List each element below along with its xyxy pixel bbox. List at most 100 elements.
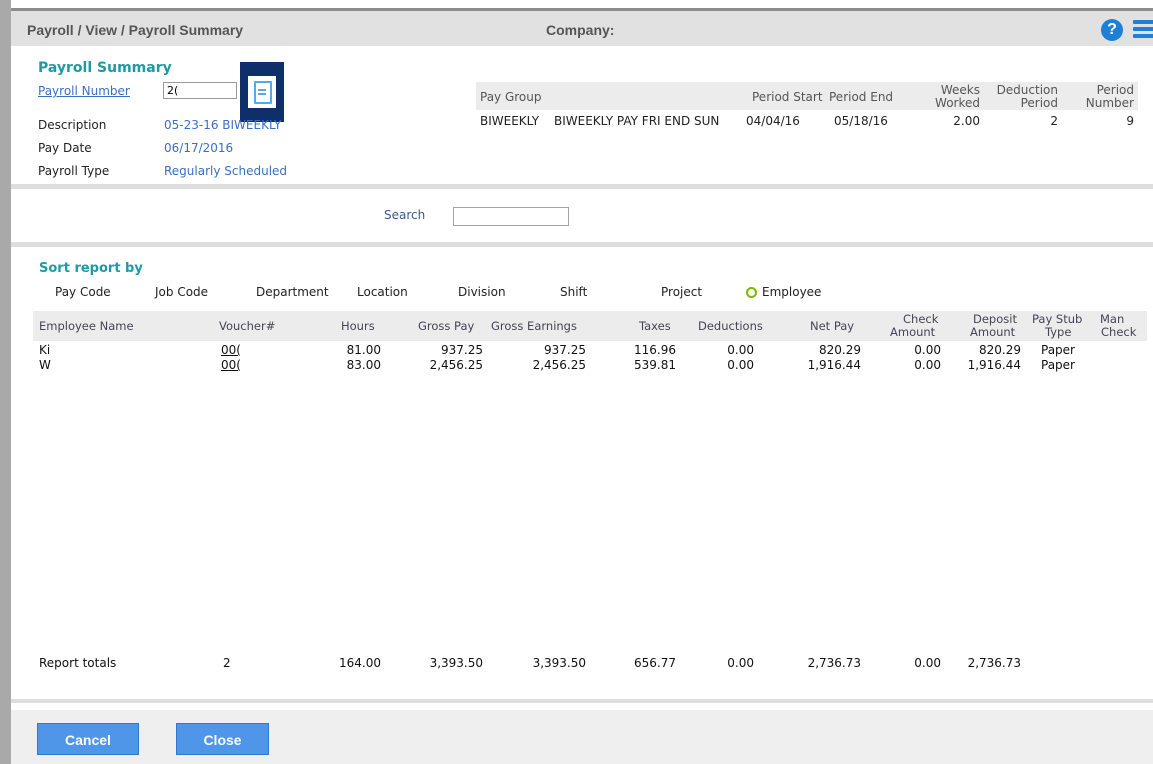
pay-group-name: BIWEEKLY PAY FRI END SUN [554, 114, 720, 128]
hours-value: 83.00 [346, 358, 381, 372]
deductions-value: 0.00 [727, 343, 754, 357]
sort-option-division[interactable]: Division [458, 285, 506, 299]
sort-option-pay-code[interactable]: Pay Code [55, 285, 111, 299]
voucher-link[interactable]: 00( [221, 358, 241, 372]
col-check-amount-2: Amount [890, 325, 936, 339]
taxes-value: 116.96 [634, 343, 676, 357]
col-deductions: Deductions [698, 319, 763, 333]
description-value: 05-23-16 BIWEEKLY [164, 118, 282, 132]
payroll-type-label: Payroll Type [38, 164, 110, 178]
deposit-amount-value: 1,916.44 [967, 358, 1021, 372]
sort-option-location[interactable]: Location [357, 285, 408, 299]
col-pay-stub-type-1: Pay Stub [1032, 312, 1083, 326]
totals-count: 2 [223, 656, 231, 670]
payroll-summary-title: Payroll Summary [38, 60, 172, 76]
weeks-worked-header-2: Worked [935, 96, 980, 110]
col-net-pay: Net Pay [810, 319, 855, 333]
taxes-value: 539.81 [634, 358, 676, 372]
employee-name: W [39, 358, 51, 372]
employee-table-header: Employee Name Voucher# Hours Gross Pay G… [33, 311, 1147, 341]
breadcrumb: Payroll / View / Payroll Summary [27, 22, 244, 38]
period-start-value: 04/04/16 [746, 114, 800, 128]
report-totals-row: Report totals 2 164.00 3,393.50 3,393.50… [33, 656, 1147, 672]
check-amount-value: 0.00 [914, 343, 941, 357]
totals-gross-earnings: 3,393.50 [532, 656, 586, 670]
deduction-period-value: 2 [1050, 114, 1058, 128]
deductions-value: 0.00 [727, 358, 754, 372]
document-icon-button[interactable] [240, 62, 284, 122]
period-end-header: Period End [829, 90, 894, 104]
deduction-period-header-2: Period [1020, 96, 1058, 110]
pay-date-value: 06/17/2016 [164, 141, 234, 155]
col-man-check-2: Check [1101, 325, 1137, 339]
totals-gross-pay: 3,393.50 [429, 656, 483, 670]
col-man-check-1: Man [1100, 312, 1125, 326]
period-number-header-2: Number [1085, 96, 1134, 110]
deposit-amount-value: 820.29 [979, 343, 1021, 357]
col-pay-stub-type-2: Type [1045, 325, 1072, 339]
company-label: Company: [546, 22, 615, 38]
col-gross-pay: Gross Pay [418, 319, 475, 333]
period-number-value: 9 [1126, 114, 1134, 128]
gross-earnings-value: 2,456.25 [532, 358, 586, 372]
payroll-type-value: Regularly Scheduled [164, 164, 288, 178]
pay-stub-type-value: Paper [1041, 358, 1075, 372]
close-button[interactable]: Close [176, 723, 269, 755]
menu-icon[interactable] [1133, 20, 1153, 38]
totals-deposit-amount: 2,736.73 [967, 656, 1021, 670]
pay-group-header-label: Pay Group [480, 90, 542, 104]
pay-date-label: Pay Date [38, 141, 92, 155]
divider [11, 184, 1153, 189]
sort-option-shift[interactable]: Shift [560, 285, 587, 299]
col-deposit-amount-2: Amount [970, 325, 1016, 339]
col-deposit-amount-1: Deposit [973, 312, 1017, 326]
report-totals-label: Report totals [39, 656, 117, 670]
col-check-amount-1: Check [903, 312, 939, 326]
cancel-button[interactable]: Cancel [37, 723, 139, 755]
sort-option-project[interactable]: Project [661, 285, 702, 299]
gross-earnings-value: 937.25 [544, 343, 586, 357]
hours-value: 81.00 [346, 343, 381, 357]
window-left-edge [0, 0, 11, 764]
table-row: Ki 00( 81.00 937.25 937.25 116.96 0.00 8… [33, 343, 1147, 358]
help-icon[interactable]: ? [1101, 19, 1123, 41]
table-row: W 00( 83.00 2,456.25 2,456.25 539.81 0.0… [33, 358, 1147, 373]
employee-name: Ki [39, 343, 51, 357]
col-gross-earnings: Gross Earnings [491, 319, 577, 333]
col-employee-name: Employee Name [39, 319, 134, 333]
search-input[interactable] [453, 207, 569, 226]
col-hours: Hours [341, 319, 375, 333]
weeks-worked-value: 2.00 [953, 114, 980, 128]
radio-selected-icon [746, 287, 757, 298]
col-taxes: Taxes [639, 319, 671, 333]
check-amount-value: 0.00 [914, 358, 941, 372]
deduction-period-header-1: Deduction [996, 83, 1058, 97]
pay-group-code: BIWEEKLY [480, 114, 540, 128]
pay-group-row: BIWEEKLY BIWEEKLY PAY FRI END SUN 04/04/… [476, 114, 1138, 130]
totals-hours: 164.00 [339, 656, 381, 670]
payroll-number-link[interactable]: Payroll Number [38, 84, 130, 98]
sort-option-employee[interactable]: Employee [746, 285, 821, 299]
payroll-number-input[interactable] [163, 82, 237, 99]
document-icon [254, 81, 272, 104]
pay-group-header: Pay Group Period Start Period End Weeks … [476, 82, 1138, 110]
sort-report-title: Sort report by [39, 261, 143, 276]
net-pay-value: 1,916.44 [807, 358, 861, 372]
voucher-link[interactable]: 00( [221, 343, 241, 357]
period-end-value: 05/18/16 [834, 114, 888, 128]
gross-pay-value: 937.25 [441, 343, 483, 357]
search-label: Search [384, 208, 426, 222]
totals-deductions: 0.00 [727, 656, 754, 670]
sort-option-job-code[interactable]: Job Code [155, 285, 208, 299]
period-number-header-1: Period [1096, 83, 1134, 97]
net-pay-value: 820.29 [819, 343, 861, 357]
pay-stub-type-value: Paper [1041, 343, 1075, 357]
col-voucher: Voucher# [219, 319, 276, 333]
weeks-worked-header-1: Weeks [940, 83, 980, 97]
title-bar: Payroll / View / Payroll Summary Company… [11, 11, 1153, 46]
sort-option-department[interactable]: Department [256, 285, 329, 299]
sort-option-employee-label: Employee [762, 285, 822, 299]
totals-net-pay: 2,736.73 [807, 656, 861, 670]
period-start-header: Period Start [752, 90, 823, 104]
divider [11, 242, 1153, 247]
